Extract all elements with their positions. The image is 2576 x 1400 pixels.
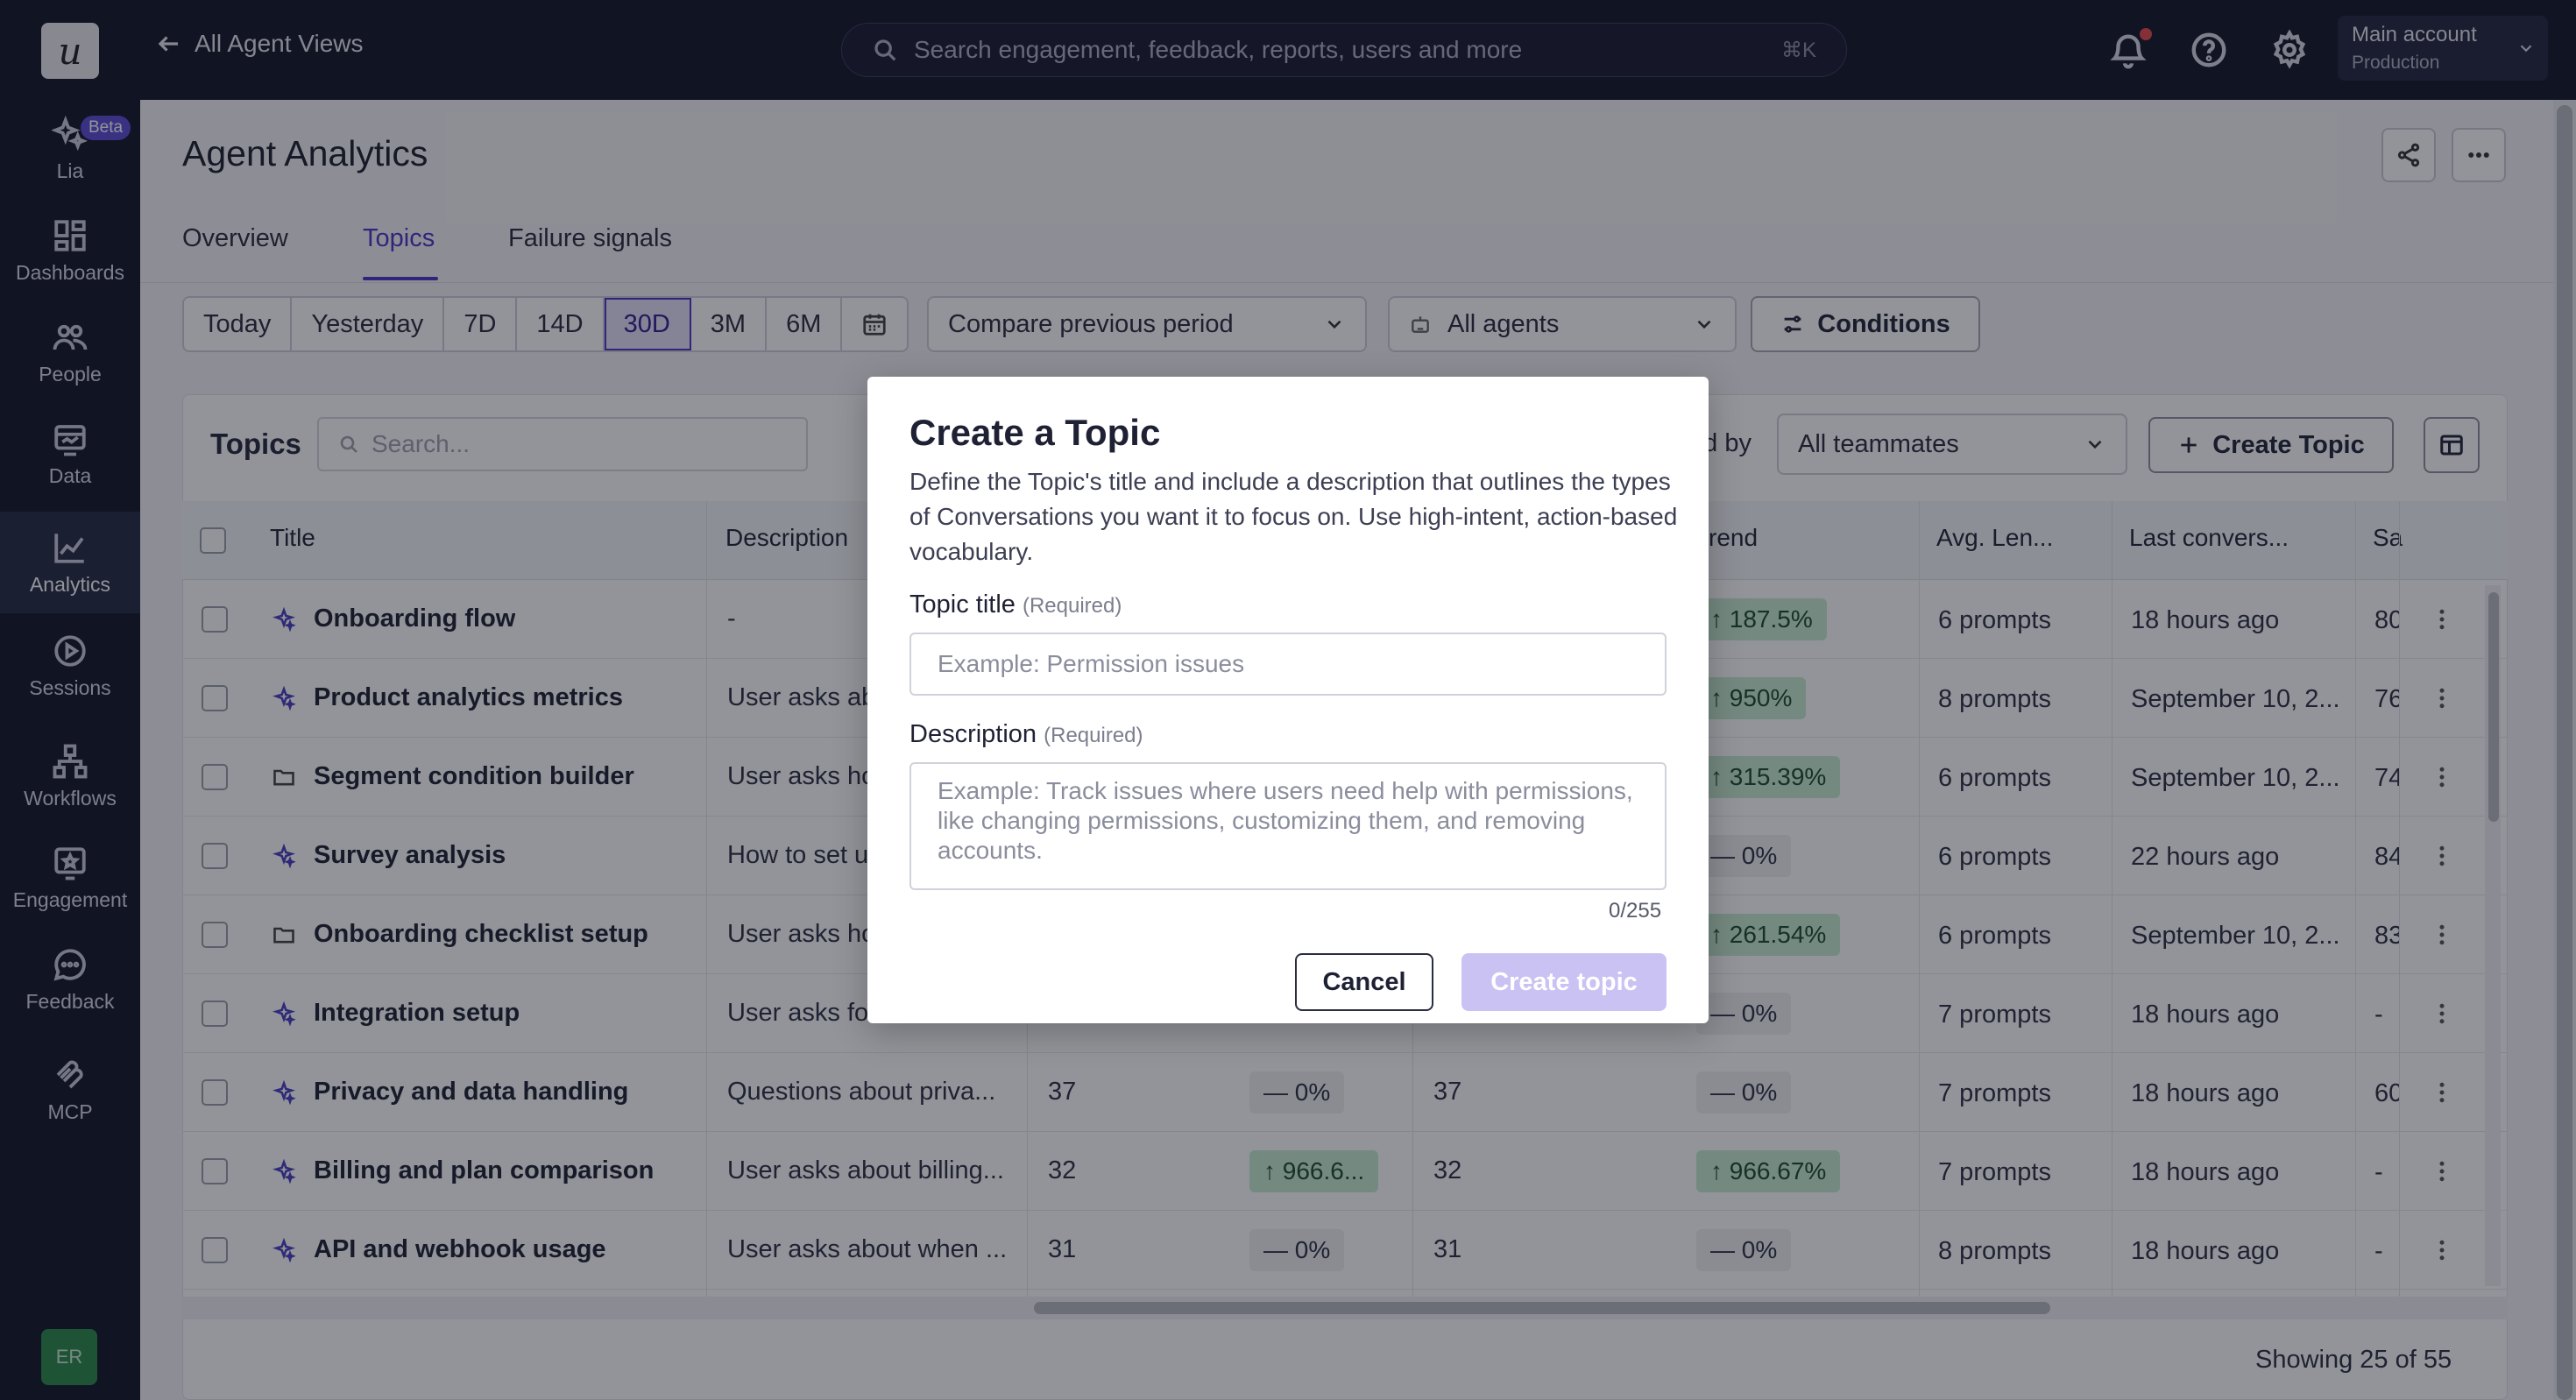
topic-title-input[interactable]: Example: Permission issues bbox=[909, 633, 1667, 696]
topic-title-label-text: Topic title bbox=[909, 590, 1016, 619]
create-topic-submit-button[interactable]: Create topic bbox=[1461, 953, 1667, 1011]
description-placeholder: Example: Track issues where users need h… bbox=[938, 777, 1633, 864]
cancel-button[interactable]: Cancel bbox=[1295, 953, 1433, 1011]
modal-description: Define the Topic's title and include a d… bbox=[909, 468, 1678, 565]
required-hint: (Required) bbox=[1044, 724, 1143, 747]
description-textarea[interactable]: Example: Track issues where users need h… bbox=[909, 762, 1667, 890]
character-count: 0/255 bbox=[1609, 899, 1662, 923]
topic-title-label: Topic title (Required) bbox=[909, 590, 1122, 619]
required-hint: (Required) bbox=[1022, 594, 1122, 618]
description-label-text: Description bbox=[909, 720, 1037, 748]
description-label: Description (Required) bbox=[909, 720, 1143, 749]
topic-title-placeholder: Example: Permission issues bbox=[938, 650, 1245, 677]
modal-title: Create a Topic bbox=[909, 412, 1161, 453]
